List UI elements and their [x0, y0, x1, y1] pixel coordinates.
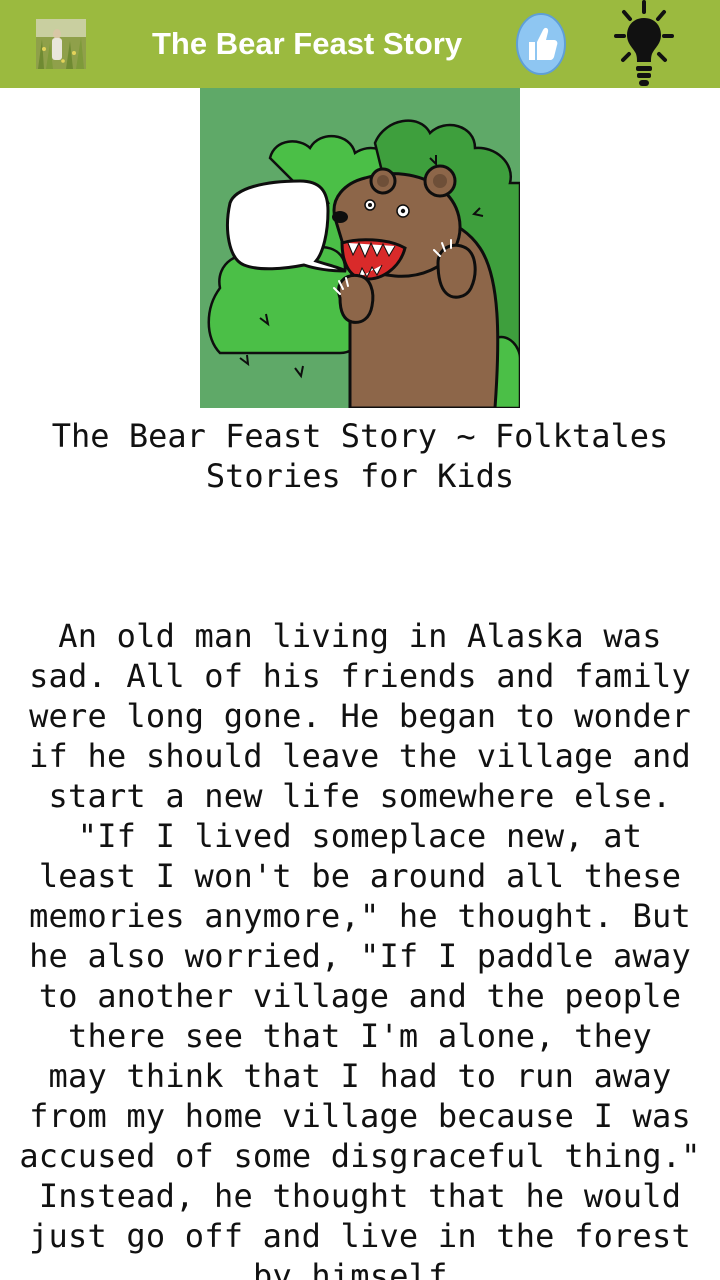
toolbar-title: The Bear Feast Story: [152, 26, 463, 61]
lightbulb-icon[interactable]: [614, 0, 674, 88]
app-toolbar: The Bear Feast Story: [0, 0, 720, 88]
app-screen: The Bear Feast Story The Bear Feast Stor…: [0, 0, 720, 1280]
bear-illustration: [200, 88, 520, 408]
story-title: The Bear Feast Story ~ Folktales Stories…: [51, 417, 669, 495]
thumbs-up-icon[interactable]: [515, 12, 567, 76]
meadow-photo-icon[interactable]: [36, 19, 86, 69]
story-body-text: An old man living in Alaska was sad. All…: [19, 617, 701, 1280]
